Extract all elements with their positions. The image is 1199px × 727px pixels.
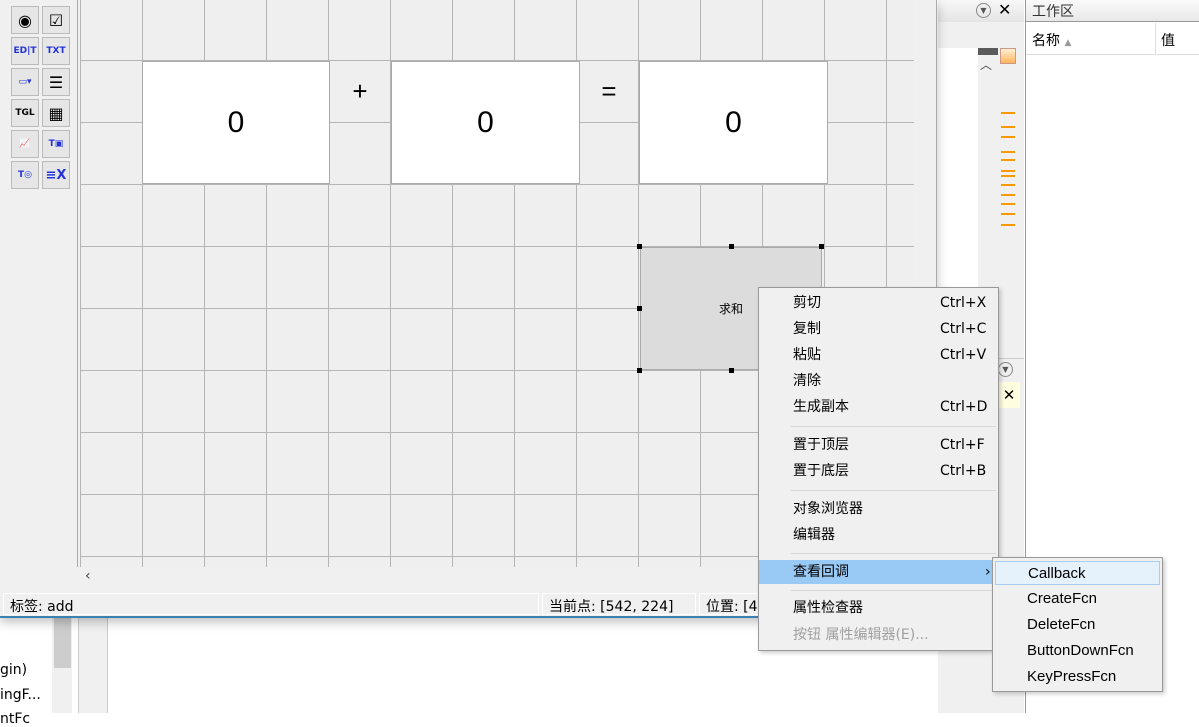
warning-marker[interactable]	[1001, 159, 1015, 161]
axes-tool-icon[interactable]: 📈	[11, 130, 39, 158]
menu-separator	[791, 590, 996, 591]
menu-item-label: 置于顶层	[793, 437, 849, 453]
menu-separator	[791, 553, 996, 554]
resize-handle[interactable]	[637, 368, 642, 373]
menu-item[interactable]: 粘贴 Ctrl+V	[759, 343, 998, 367]
menu-item: 按钮 属性编辑器(E)...	[759, 623, 998, 647]
warning-marker[interactable]	[1001, 203, 1015, 205]
resize-handle[interactable]	[729, 244, 734, 249]
resize-handle[interactable]	[637, 306, 642, 311]
checkbox-tool-icon[interactable]: ☑	[42, 6, 70, 34]
tag-status: 标签: add	[3, 593, 539, 615]
menu-item-shortcut: Ctrl+V	[940, 347, 987, 363]
menu-item-label: 生成副本	[793, 399, 849, 415]
warning-marker[interactable]	[1001, 194, 1015, 196]
button-group-tool-icon[interactable]: T◎	[11, 161, 39, 189]
current-point-status: 当前点: [542, 224]	[542, 593, 696, 615]
component-palette: ◉ ☑ ED|T TXT ▭▾ ☰ TGL ▦ 📈 T▣ T◎ ≡X	[0, 0, 78, 567]
menu-item[interactable]: 清除	[759, 369, 998, 393]
warning-marker[interactable]	[1001, 112, 1015, 114]
menu-item[interactable]: 置于顶层 Ctrl+F	[759, 433, 998, 457]
resize-handle[interactable]	[819, 244, 824, 249]
callback-submenu: Callback CreateFcn DeleteFcn ButtonDownFcn K…	[992, 557, 1163, 692]
warning-marker[interactable]	[1001, 136, 1015, 138]
menu-item[interactable]: 属性检查器	[759, 596, 998, 620]
resize-handle[interactable]	[637, 244, 642, 249]
panel-menu-icon[interactable]: ▼	[998, 362, 1013, 377]
submenu-item-keypressfcn[interactable]: KeyPressFcn	[995, 665, 1160, 689]
panel-menu-icon[interactable]: ▼	[976, 3, 991, 18]
sort-ascending-icon: ▲	[1064, 38, 1072, 48]
menu-item-shortcut: Ctrl+D	[940, 399, 988, 415]
column-name-label: 名称	[1032, 33, 1060, 49]
edit-text-tool-icon[interactable]: ED|T	[11, 37, 39, 65]
status-indicator-icon	[1000, 48, 1016, 64]
equals-label[interactable]: =	[581, 61, 637, 121]
menu-item[interactable]: 剪切 Ctrl+X	[759, 291, 998, 315]
menu-item-label: 按钮 属性编辑器(E)...	[793, 627, 929, 643]
warning-marker[interactable]	[1001, 151, 1015, 153]
activex-tool-icon[interactable]: ≡X	[42, 161, 70, 189]
chevron-up-icon[interactable]: ︿	[980, 56, 992, 73]
submenu-item-buttondownfcn[interactable]: ButtonDownFcn	[995, 639, 1160, 663]
menu-separator	[791, 426, 996, 427]
toggle-button-tool-icon[interactable]: TGL	[11, 99, 39, 127]
edit-text-1[interactable]: 0	[142, 61, 330, 184]
submenu-item-createfcn[interactable]: CreateFcn	[995, 587, 1160, 611]
chevron-left-icon[interactable]: ‹	[85, 568, 91, 584]
column-header-value[interactable]: 值	[1157, 23, 1199, 55]
scrollbar-thumb[interactable]	[54, 618, 71, 668]
menu-item[interactable]: 置于底层 Ctrl+B	[759, 459, 998, 483]
menu-item-label: 查看回调	[793, 564, 849, 580]
context-menu: 剪切 Ctrl+X 复制 Ctrl+C 粘贴 Ctrl+V 清除生成副本 Ctrl+D 置于顶层…	[758, 287, 999, 651]
menu-item-label: 置于底层	[793, 463, 849, 479]
menu-item[interactable]: 复制 Ctrl+C	[759, 317, 998, 341]
listbox-tool-icon[interactable]: ☰	[42, 68, 70, 96]
menu-item[interactable]: 查看回调 ›	[759, 560, 998, 584]
list-item: ntFc	[0, 711, 31, 727]
menu-item[interactable]: 生成副本 Ctrl+D	[759, 395, 998, 419]
scrollbar-thumb[interactable]	[978, 48, 998, 55]
static-text-tool-icon[interactable]: TXT	[42, 37, 70, 65]
close-icon[interactable]: ✕	[998, 382, 1020, 408]
warning-marker[interactable]	[1001, 213, 1015, 215]
menu-item[interactable]: 对象浏览器	[759, 497, 998, 521]
menu-separator	[791, 490, 996, 491]
menu-item-shortcut: Ctrl+C	[940, 321, 987, 337]
divider	[78, 618, 108, 713]
menu-item-shortcut: Ctrl+B	[940, 463, 987, 479]
workspace-title: 工作区	[1026, 0, 1199, 22]
radio-button-tool-icon[interactable]: ◉	[11, 6, 39, 34]
menu-item[interactable]: 编辑器	[759, 523, 998, 547]
menu-item-label: 清除	[793, 373, 821, 389]
list-item: ingF...	[0, 687, 41, 703]
menu-item-shortcut: Ctrl+X	[940, 295, 987, 311]
edit-text-result[interactable]: 0	[639, 61, 828, 184]
menu-item-label: 编辑器	[793, 527, 835, 543]
menu-item-label: 属性检查器	[793, 600, 863, 616]
table-tool-icon[interactable]: ▦	[42, 99, 70, 127]
menu-item-label: 粘贴	[793, 347, 821, 363]
warning-marker[interactable]	[1001, 170, 1015, 172]
menu-item-shortcut: Ctrl+F	[940, 437, 985, 453]
plus-label[interactable]: +	[331, 61, 389, 121]
warning-marker[interactable]	[1001, 184, 1015, 186]
menu-item-label: 对象浏览器	[793, 501, 863, 517]
background-panel: gin) ingF... ntFc	[0, 618, 110, 727]
warning-marker[interactable]	[1001, 126, 1015, 128]
menu-item-label: 剪切	[793, 295, 821, 311]
popup-menu-tool-icon[interactable]: ▭▾	[11, 68, 39, 96]
panel-tool-icon[interactable]: T▣	[42, 130, 70, 158]
submenu-item-callback[interactable]: Callback	[995, 561, 1160, 585]
list-item: gin)	[0, 662, 28, 678]
close-icon[interactable]: ✕	[998, 0, 1011, 19]
resize-handle[interactable]	[729, 368, 734, 373]
warning-marker[interactable]	[1001, 175, 1015, 177]
submenu-item-deletefcn[interactable]: DeleteFcn	[995, 613, 1160, 637]
warning-marker[interactable]	[1001, 224, 1015, 226]
column-header-name[interactable]: 名称 ▲	[1026, 23, 1156, 55]
submenu-arrow-icon: ›	[985, 564, 991, 580]
edit-text-2[interactable]: 0	[391, 61, 580, 184]
menu-item-label: 复制	[793, 321, 821, 337]
